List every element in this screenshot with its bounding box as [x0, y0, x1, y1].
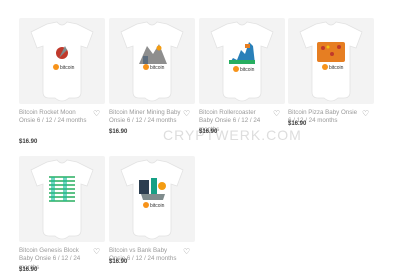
svg-text:bitcoin: bitcoin — [150, 203, 165, 209]
svg-text:bitcoin: bitcoin — [60, 65, 75, 71]
svg-text:bitcoin: bitcoin — [240, 67, 255, 73]
product-price: $16.90 — [19, 139, 38, 145]
product-price: $16.90 — [19, 267, 38, 273]
onesie-image: bitcoin — [120, 21, 184, 102]
product-card-vs-bank[interactable]: bitcoin Bitcoin vs Bank Baby Onsie 6 / 1… — [109, 156, 195, 265]
onesie-image: bitcoin — [30, 21, 94, 102]
heart-outline-icon[interactable]: ♡ — [93, 248, 101, 256]
product-title[interactable]: Bitcoin Miner Mining Baby Onsie 6 / 12 /… — [109, 109, 181, 126]
onesie-image: bitcoin — [120, 159, 184, 240]
product-card-miner[interactable]: bitcoin Bitcoin Miner Mining Baby Onsie … — [109, 18, 195, 135]
product-card-rollercoaster[interactable]: bitcoin Bitcoin Rollercoaster Baby Onsie… — [199, 18, 285, 135]
svg-text:bitcoin: bitcoin — [329, 65, 344, 71]
heart-outline-icon[interactable]: ♡ — [183, 110, 191, 118]
svg-text:bitcoin: bitcoin — [150, 65, 165, 71]
product-price: $16.90 — [109, 259, 128, 265]
product-card-genesis-block[interactable]: Bitcoin Genesis Block Baby Onsie 6 / 12 … — [19, 156, 105, 273]
product-image[interactable]: bitcoin — [109, 156, 195, 242]
heart-outline-icon[interactable]: ♡ — [362, 110, 370, 118]
product-image[interactable] — [19, 156, 105, 242]
heart-outline-icon[interactable]: ♡ — [273, 110, 281, 118]
product-price: $16.90 — [109, 129, 128, 135]
product-price: $16.90 — [199, 129, 218, 135]
onesie-image: bitcoin — [299, 21, 363, 102]
heart-outline-icon[interactable]: ♡ — [183, 248, 191, 256]
product-image[interactable]: bitcoin — [199, 18, 285, 104]
product-title[interactable]: Bitcoin Rocket Moon Onsie 6 / 12 / 24 mo… — [19, 109, 91, 126]
product-image[interactable]: bitcoin — [109, 18, 195, 104]
heart-outline-icon[interactable]: ♡ — [93, 110, 101, 118]
product-card-pizza[interactable]: bitcoin Bitcoin Pizza Baby Onsie 6 / 12 … — [288, 18, 374, 127]
product-image[interactable]: bitcoin — [19, 18, 105, 104]
product-image[interactable]: bitcoin — [288, 18, 374, 104]
onesie-image: bitcoin — [210, 21, 274, 102]
onesie-image — [30, 159, 94, 240]
product-price: $16.90 — [288, 121, 307, 127]
product-card-rocket-moon[interactable]: bitcoin Bitcoin Rocket Moon Onsie 6 / 12… — [19, 18, 105, 145]
